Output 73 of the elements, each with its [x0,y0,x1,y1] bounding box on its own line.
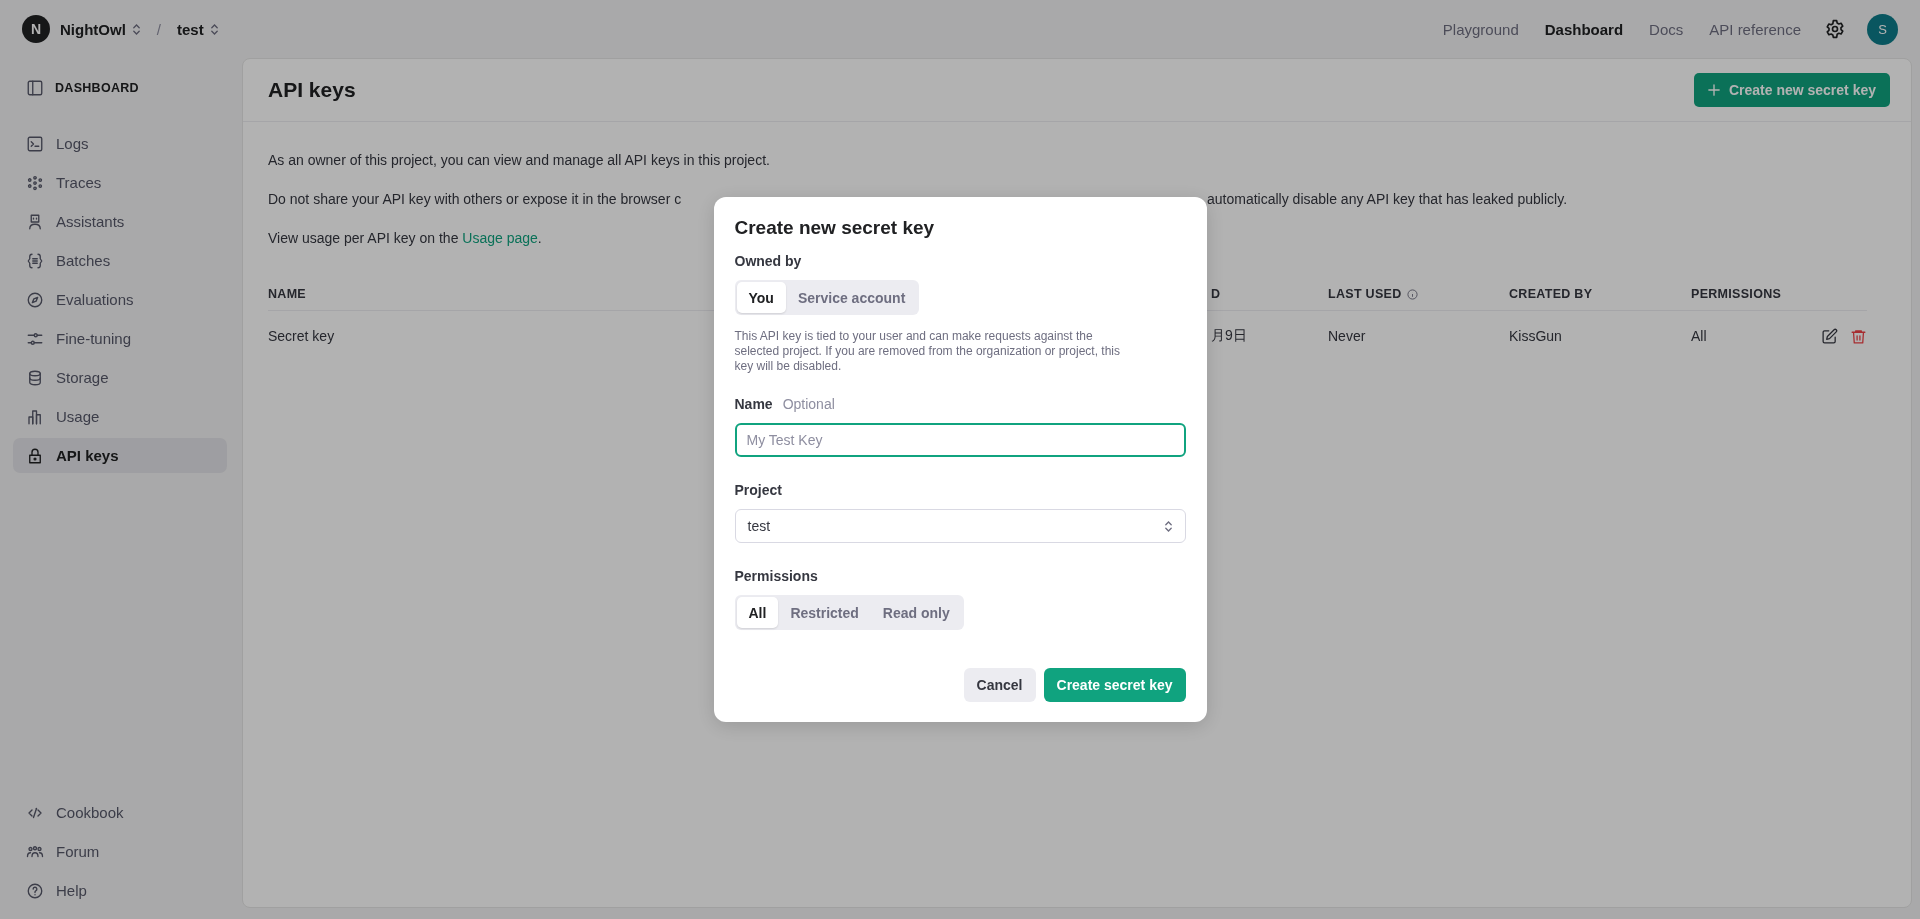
sidebar-item[interactable]: Evaluations [13,282,227,317]
sidebar-item[interactable]: Help [13,873,227,908]
field-hint: Optional [782,396,835,412]
dots-icon [26,173,44,192]
help-icon [26,881,44,900]
lock-icon [26,446,44,465]
segment-option[interactable]: Service account [785,282,918,313]
user-avatar[interactable]: S [1867,13,1898,45]
org-avatar[interactable]: N [22,15,50,43]
settings-icon[interactable] [1825,19,1845,39]
nav-link[interactable]: API reference [1709,20,1801,38]
project-select[interactable]: test [734,509,1186,543]
panel-icon [26,79,44,97]
nav-link[interactable]: Docs [1649,20,1684,38]
braces-icon [26,251,44,270]
breadcrumb-separator: / [156,20,161,38]
sidebar-heading: DASHBOARD [55,81,139,95]
description-text: This API key is tied to your user and can make requests against the selected project. If you are removed from the organization or project, this key will be disabled. [734,329,1122,374]
column-header: D [1211,287,1221,301]
segment-option[interactable]: Restricted [778,597,871,628]
sidebar-item[interactable]: Assistants [13,204,227,239]
bar-chart-icon [26,407,44,426]
table-cell: All [1691,328,1707,344]
table-cell: Never [1328,328,1366,344]
segment-option[interactable]: All [736,597,779,628]
database-icon [26,368,44,387]
nav-link[interactable]: Dashboard [1544,20,1624,38]
column-header: PERMISSIONS [1691,287,1782,301]
info-icon [1406,288,1418,300]
sidebar-item[interactable]: Forum [13,834,227,869]
sidebar-item[interactable]: Fine-tuning [13,321,227,356]
plus-icon [1707,84,1720,96]
sidebar-item[interactable]: Traces [13,165,227,200]
column-header: LAST USED [1328,287,1418,301]
name-input[interactable]: My Test Key [734,423,1186,457]
sidebar-item[interactable]: Batches [13,243,227,278]
segment-option[interactable]: Read only [870,597,962,628]
create-key-button[interactable]: Create secret key [1043,668,1186,702]
chevron-updown-icon [209,22,219,36]
sidebar-item[interactable]: Usage [13,399,227,434]
edit-icon[interactable] [1821,327,1838,345]
sidebar-item[interactable]: API keys [13,438,227,473]
create-key-button[interactable]: Create new secret key [1693,73,1890,107]
column-header: NAME [268,287,306,301]
robot-icon [26,212,44,231]
field-label: Project [734,482,783,498]
table-cell: KissGun [1509,328,1562,344]
table-cell: 月9日 [1211,327,1247,345]
field-label: Name [734,396,773,412]
delete-icon[interactable] [1850,327,1867,345]
project-switcher[interactable]: test [177,20,219,38]
compass-icon [26,290,44,309]
warning-text: Do not share your API key with others or expose it in the browser c [268,190,683,209]
column-header: CREATED BY [1509,287,1593,301]
segment-option[interactable]: You [736,282,786,313]
warning-text: automatically disable any API key that has leaked publicly. [1207,190,1569,209]
sidebar-item[interactable]: Cookbook [13,795,227,830]
sidebar-item[interactable]: Storage [13,360,227,395]
org-switcher[interactable]: NightOwl [60,20,141,38]
usage-link[interactable]: Usage page [462,230,538,246]
nav-link[interactable]: Playground [1442,20,1519,38]
field-label: Permissions [734,568,819,584]
field-label: Owned by [734,253,803,269]
usage-note: View usage per API key on the Usage page. [268,229,542,248]
table-cell: Secret key [268,328,335,344]
dialog-title: Create new secret key [734,217,936,239]
cancel-button[interactable]: Cancel [963,668,1036,702]
chevron-updown-icon [1163,519,1173,533]
sidebar-item[interactable]: Logs [13,126,227,161]
logs-icon [26,134,44,153]
intro-text: As an owner of this project, you can view and manage all API keys in this project. [268,151,770,170]
chevron-updown-icon [131,22,141,36]
page-title: API keys [268,78,356,102]
